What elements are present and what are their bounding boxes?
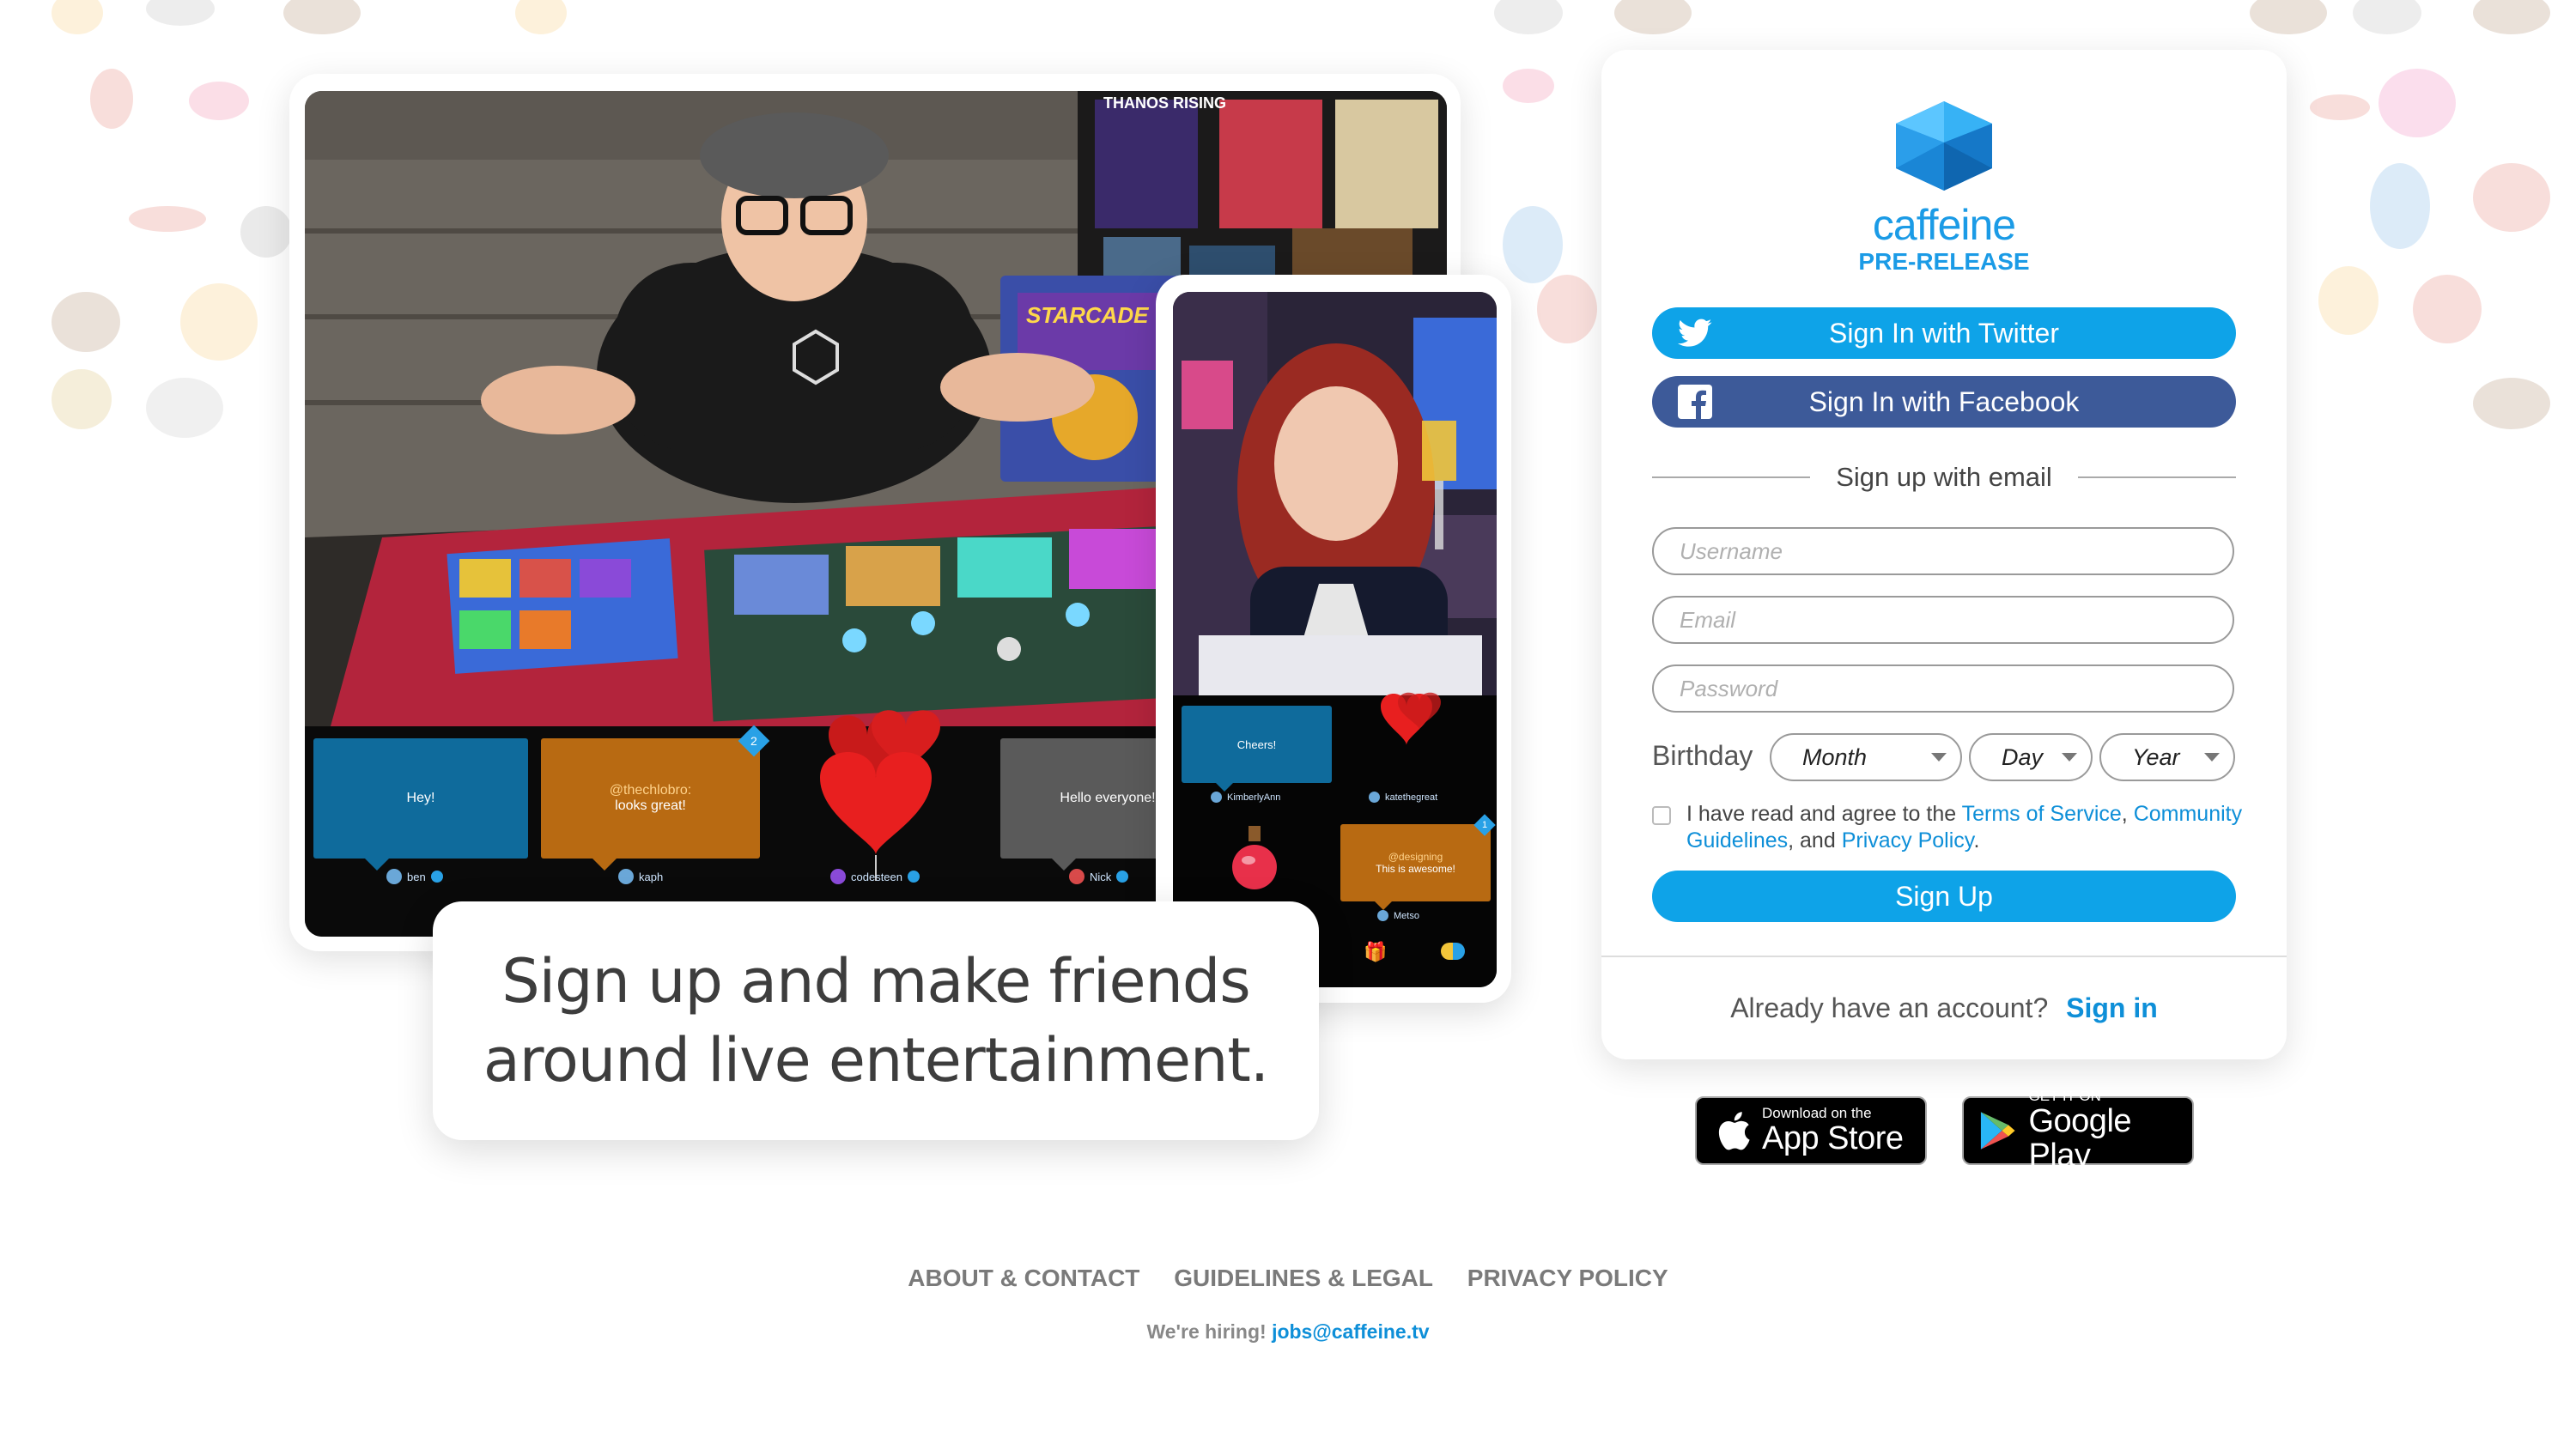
- privacy-policy-footer-link[interactable]: PRIVACY POLICY: [1467, 1265, 1668, 1291]
- year-value: Year: [2132, 743, 2180, 770]
- avatar: [1211, 792, 1222, 803]
- app-store-big-text: App Store: [1762, 1120, 1904, 1156]
- privacy-policy-link[interactable]: Privacy Policy: [1842, 828, 1974, 853]
- avatar: [386, 869, 402, 884]
- chat-message: looks great!: [615, 798, 686, 813]
- phone-stream-preview: Cheers! KimberlyAnn katethegreat sillywa…: [1173, 292, 1497, 987]
- avatar: [1377, 910, 1388, 921]
- birth-month-select[interactable]: Month: [1770, 733, 1962, 781]
- chat-username: katethegreat: [1369, 792, 1437, 803]
- email-divider: Sign up with email: [1652, 458, 2237, 496]
- facebook-button-label: Sign In with Facebook: [1808, 385, 2080, 417]
- email-input[interactable]: [1652, 596, 2234, 644]
- google-play-icon: [1980, 1112, 2015, 1150]
- potion-icon: [1232, 826, 1277, 889]
- facebook-icon: [1678, 385, 1712, 419]
- birth-year-select[interactable]: Year: [2099, 733, 2235, 781]
- heart-balloon-icon: [1381, 692, 1441, 745]
- day-value: Day: [2002, 743, 2044, 770]
- avatar: [1369, 792, 1380, 803]
- avatar: [1069, 869, 1084, 884]
- verified-icon: [430, 871, 443, 883]
- google-play-small-text: GET IT ON: [2028, 1088, 2101, 1104]
- tagline: Sign up and make friends around live ent…: [483, 946, 1269, 1095]
- chat-handle: @designing: [1388, 851, 1443, 863]
- chevron-down-icon: [2062, 753, 2077, 762]
- icosahedron-logo-icon: [1896, 101, 1992, 191]
- terms-agreement: I have read and agree to the Terms of Se…: [1652, 801, 2245, 854]
- already-have-account: Already have an account? Sign in: [1730, 992, 2158, 1023]
- google-play-badge[interactable]: GET IT ON Google Play: [1962, 1089, 2194, 1173]
- divider-line: [1652, 476, 1811, 478]
- google-play-big-text: Google Play: [2028, 1103, 2132, 1174]
- brand-subtitle: PRE-RELEASE: [1858, 248, 2030, 275]
- divider-label: Sign up with email: [1836, 462, 2052, 492]
- chat-bubble: @designing This is awesome!: [1340, 824, 1491, 910]
- chat-username: ben: [386, 869, 443, 884]
- chat-username: KimberlyAnn: [1211, 792, 1280, 803]
- guidelines-legal-link[interactable]: GUIDELINES & LEGAL: [1174, 1265, 1433, 1291]
- verified-icon: [1116, 871, 1129, 883]
- terms-text: I have read and agree to the Terms of Se…: [1686, 802, 2243, 853]
- footer-hiring: We're hiring! jobs@caffeine.tv: [1146, 1320, 1430, 1343]
- chat-message: Cheers!: [1236, 737, 1277, 751]
- footer-links: ABOUT & CONTACT GUIDELINES & LEGAL PRIVA…: [0, 1265, 2576, 1292]
- chat-username: kaph: [618, 869, 663, 884]
- brand-name: caffeine: [1872, 201, 2016, 249]
- chat-bubble: @thechlobro: looks great!: [541, 738, 760, 871]
- avatar: [618, 869, 634, 884]
- app-store-small-text: Download on the: [1762, 1105, 1872, 1121]
- chevron-down-icon: [2204, 753, 2220, 762]
- chat-message: Hey!: [406, 791, 435, 805]
- chevron-down-icon: [1931, 753, 1947, 762]
- terms-of-service-link[interactable]: Terms of Service: [1962, 802, 2122, 826]
- twitter-icon: [1678, 318, 1712, 349]
- chat-bubble: Cheers!: [1182, 706, 1332, 792]
- sign-in-twitter-button[interactable]: Sign In with Twitter: [1652, 307, 2236, 359]
- chat-username: Metso: [1377, 910, 1419, 921]
- sign-up-label: Sign Up: [1895, 880, 1993, 912]
- streamer-stream-image: [1173, 292, 1497, 695]
- about-contact-link[interactable]: ABOUT & CONTACT: [908, 1265, 1139, 1291]
- birthday-label: Birthday: [1652, 740, 1753, 771]
- username-input[interactable]: [1652, 527, 2234, 575]
- avatar: [830, 869, 846, 884]
- gift-icon[interactable]: 🎁: [1364, 941, 1387, 963]
- twitter-button-label: Sign In with Twitter: [1829, 317, 2059, 349]
- app-store-badge[interactable]: Download on the App Store: [1695, 1096, 1927, 1165]
- terms-checkbox[interactable]: [1652, 806, 1671, 825]
- coins-icon[interactable]: [1441, 943, 1465, 960]
- chat-username: Nick: [1069, 869, 1129, 884]
- card-divider: [1601, 956, 2287, 957]
- jobs-email-link[interactable]: jobs@caffeine.tv: [1272, 1320, 1429, 1343]
- chat-username: codesteen: [830, 869, 920, 884]
- verified-icon: [908, 871, 920, 883]
- divider-line: [2077, 476, 2237, 478]
- password-input[interactable]: [1652, 664, 2234, 713]
- month-value: Month: [1802, 743, 1868, 770]
- chat-message: This is awesome!: [1376, 863, 1455, 875]
- box-title-thanos: THANOS RISING: [1103, 94, 1226, 112]
- chat-handle: @thechlobro:: [609, 783, 692, 798]
- birth-day-select[interactable]: Day: [1969, 733, 2093, 781]
- sign-in-facebook-button[interactable]: Sign In with Facebook: [1652, 376, 2236, 428]
- sign-up-button[interactable]: Sign Up: [1652, 871, 2236, 922]
- tagline-card: Sign up and make friends around live ent…: [433, 901, 1319, 1140]
- apple-icon: [1718, 1112, 1750, 1150]
- sign-in-link[interactable]: Sign in: [2066, 992, 2158, 1023]
- brand-logo[interactable]: caffeine PRE-RELEASE: [1601, 100, 2287, 276]
- chat-message: Hello everyone!: [1060, 791, 1156, 805]
- heart-balloon-icon: [820, 710, 940, 881]
- chat-bubble: Hey!: [313, 738, 528, 871]
